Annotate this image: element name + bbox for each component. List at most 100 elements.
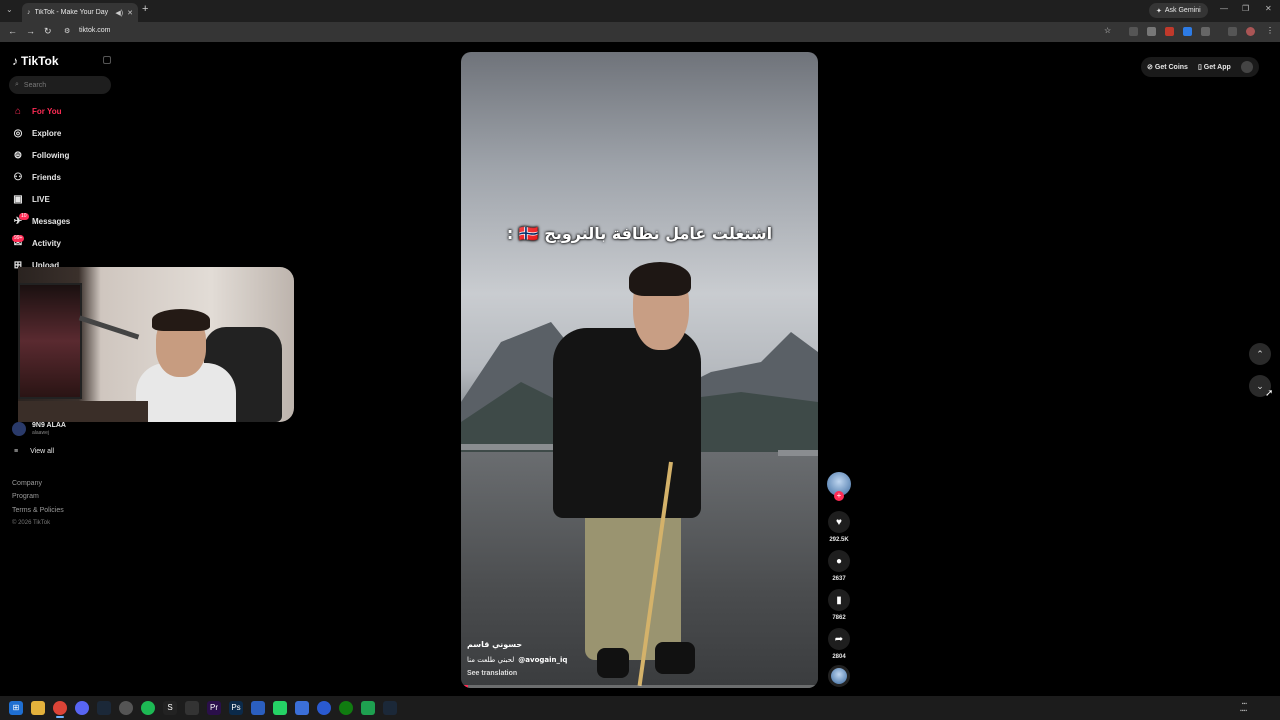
video-author[interactable]: حسوني قاسم	[467, 640, 522, 649]
audio-playing-icon[interactable]: ◀)	[115, 9, 123, 17]
keyboard-app-icon[interactable]	[185, 701, 199, 715]
tab-search-icon[interactable]: ⌄	[6, 5, 13, 14]
save-button[interactable]: ▮	[828, 589, 850, 611]
browser-tab-strip: ⌄ ♪ TikTok - Make Your Day ◀) ✕ + ✦ Ask …	[0, 0, 1280, 22]
share-button[interactable]: ➦	[828, 628, 850, 650]
extensions-puzzle-icon[interactable]	[1201, 27, 1210, 36]
spotify-icon[interactable]	[141, 701, 155, 715]
see-translation-link[interactable]: See translation	[467, 670, 517, 677]
webcam-overlay	[18, 267, 294, 422]
video-person-shirt	[553, 328, 701, 518]
video-person-shoe	[655, 642, 695, 674]
view-all-label: View all	[30, 448, 55, 455]
comment-button[interactable]: ●	[828, 550, 850, 572]
app-icon[interactable]	[317, 701, 331, 715]
app-icon[interactable]	[251, 701, 265, 715]
get-app-button[interactable]: ▯ Get App	[1198, 63, 1231, 72]
forward-icon[interactable]: →	[26, 26, 35, 36]
close-tab-icon[interactable]: ✕	[127, 9, 133, 17]
downloads-icon[interactable]	[1228, 27, 1237, 36]
friends-icon: ⚇	[13, 171, 23, 183]
sidebar-item-live[interactable]: ▣ LIVE	[12, 191, 50, 207]
obs-icon[interactable]	[119, 701, 133, 715]
file-explorer-icon[interactable]	[31, 701, 45, 715]
gemini-icon: ✦	[1156, 7, 1162, 15]
heart-icon: ♥	[836, 516, 842, 528]
comment-icon: ●	[835, 555, 843, 567]
extension-icon[interactable]	[1165, 27, 1174, 36]
view-all-link[interactable]: ≡ View all	[14, 448, 54, 455]
mention-link[interactable]: @avogain_iq	[518, 656, 567, 664]
following-account[interactable]: 9N9 ALAA alaawej	[12, 422, 66, 436]
like-button[interactable]: ♥	[828, 511, 850, 533]
search-input[interactable]: ⌕ Search	[9, 76, 111, 94]
close-window-icon[interactable]: ✕	[1265, 4, 1272, 13]
steam-icon[interactable]	[97, 701, 111, 715]
browser-menu-icon[interactable]: ⋮	[1266, 26, 1274, 35]
comment-count: 2637	[832, 576, 846, 582]
description-text: لحبني طلعت منا	[467, 656, 515, 664]
site-info-icon[interactable]: ⚙	[64, 27, 70, 35]
sidebar-item-explore[interactable]: ◎ Explore	[12, 125, 62, 141]
tiktok-note-icon: ♪	[12, 54, 18, 68]
start-icon[interactable]: ⊞	[9, 701, 23, 715]
app-icon[interactable]	[295, 701, 309, 715]
get-app-label: Get App	[1203, 63, 1231, 71]
webcam-mic-arm	[78, 315, 140, 340]
ask-gemini-button[interactable]: ✦ Ask Gemini	[1149, 3, 1208, 18]
url-field[interactable]: tiktok.com	[79, 27, 111, 34]
sound-disc[interactable]	[828, 665, 850, 687]
whatsapp-icon[interactable]	[273, 701, 287, 715]
tab-title: TikTok - Make Your Day	[34, 9, 109, 16]
sidebar-item-following[interactable]: ⊜ Following	[12, 147, 70, 163]
profile-avatar[interactable]	[1240, 61, 1253, 73]
chevron-up-icon: ⌃	[1256, 348, 1264, 359]
discord-icon[interactable]	[75, 701, 89, 715]
system-clock[interactable]: ▪▪▪ ▪▪▪▪	[1240, 701, 1247, 715]
video-progress-bar[interactable]	[461, 685, 818, 688]
extension-icon[interactable]	[1147, 27, 1156, 36]
tiktok-wordmark: TikTok	[21, 54, 59, 68]
webcam-person-hair	[152, 309, 210, 331]
extension-icon[interactable]	[1183, 27, 1192, 36]
chrome-icon[interactable]	[53, 701, 67, 715]
get-coins-button[interactable]: ⊘ Get Coins	[1147, 63, 1188, 72]
browser-tab[interactable]: ♪ TikTok - Make Your Day ◀) ✕	[22, 3, 138, 22]
steam-icon[interactable]	[383, 701, 397, 715]
premiere-icon[interactable]: Pr	[207, 701, 221, 715]
bookmark-star-icon[interactable]: ☆	[1104, 26, 1111, 35]
sidebar-item-for-you[interactable]: ⌂ For You	[12, 103, 62, 119]
sidebar-item-label: Friends	[32, 172, 61, 182]
footer-link-terms[interactable]: Terms & Policies	[12, 507, 64, 514]
profile-avatar-icon[interactable]	[1246, 27, 1255, 36]
address-bar-row: ← → ↻ ⚙ tiktok.com ☆ ⋮	[0, 22, 1280, 42]
restore-icon[interactable]: ❐	[1242, 4, 1249, 13]
collapse-sidebar-icon[interactable]	[103, 56, 111, 64]
copyright: © 2026 TikTok	[12, 520, 51, 526]
coin-icon: ⊘	[1147, 64, 1153, 71]
follow-plus-icon[interactable]: +	[834, 491, 844, 501]
reload-icon[interactable]: ↻	[44, 26, 52, 37]
header-actions: ⊘ Get Coins ▯ Get App	[1141, 57, 1259, 77]
sidebar-item-friends[interactable]: ⚇ Friends	[12, 169, 61, 185]
activity-badge: 99+	[12, 235, 25, 242]
active-app-indicator	[56, 716, 64, 718]
video-person-hair	[629, 262, 691, 296]
app-icon[interactable]	[361, 701, 375, 715]
app-icon[interactable]: S	[163, 701, 177, 715]
previous-video-button[interactable]: ⌃	[1249, 343, 1271, 365]
sidebar-item-label: Explore	[32, 128, 62, 138]
share-icon: ➦	[834, 633, 844, 645]
minimize-icon[interactable]: —	[1220, 4, 1228, 13]
footer-link-program[interactable]: Program	[12, 493, 39, 500]
photoshop-icon[interactable]: Ps	[229, 701, 243, 715]
extension-icon[interactable]	[1129, 27, 1138, 36]
xbox-icon[interactable]	[339, 701, 353, 715]
back-icon[interactable]: ←	[8, 26, 17, 36]
bookmark-icon: ▮	[836, 594, 842, 606]
video-description: لحبني طلعت منا @avogain_iq	[467, 656, 567, 664]
footer-link-company[interactable]: Company	[12, 480, 42, 487]
video-player[interactable]: اشتغلت عامل نظافة بالنرويج 🇳🇴 : حسوني قا…	[461, 52, 818, 688]
tiktok-logo[interactable]: ♪ TikTok	[12, 54, 59, 68]
new-tab-button[interactable]: +	[142, 3, 148, 15]
